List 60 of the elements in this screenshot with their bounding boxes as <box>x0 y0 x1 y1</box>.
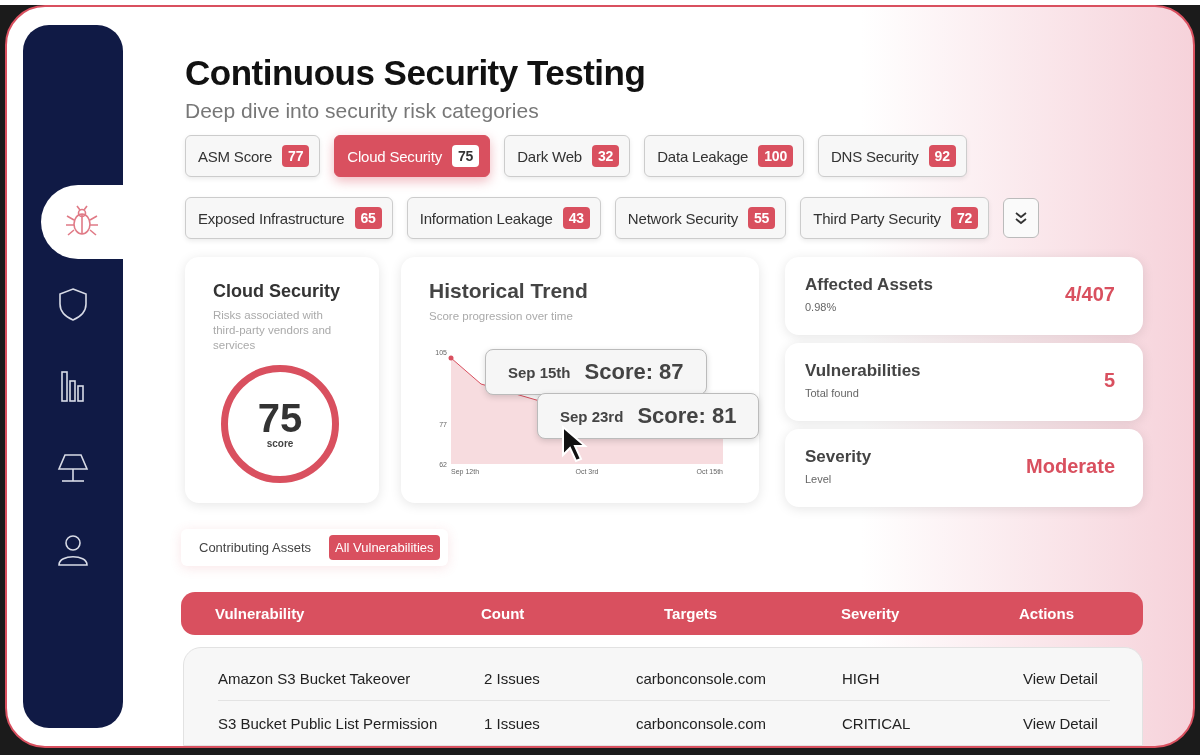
view-detail-link[interactable]: View Detail <box>1023 669 1110 687</box>
category-chip[interactable]: Exposed Infrastructure 65 <box>185 197 393 239</box>
table-cell-text: carbonconsole.com <box>636 714 768 732</box>
stat-label: Severity <box>805 447 872 467</box>
column-header: Count <box>481 605 526 622</box>
count-badge: 92 <box>928 145 956 167</box>
card-description: Risks associated with third-party vendors and services <box>213 308 333 353</box>
table-cell-text: Amazon S3 Bucket Takeover <box>218 669 412 687</box>
category-chip[interactable]: ASM Score 77 <box>185 135 321 177</box>
view-tab[interactable]: Contributing Assets <box>193 535 317 560</box>
user-icon <box>55 532 91 568</box>
stat-value: Moderate <box>1026 455 1115 479</box>
tooltip-date: Sep 15th <box>508 363 571 381</box>
card-title: Cloud Security <box>213 281 342 302</box>
count-badge: 43 <box>562 207 590 229</box>
column-header: Targets <box>664 605 719 622</box>
table-cell-text: 2 Issues <box>484 669 541 687</box>
score-value: 75 <box>257 398 303 439</box>
category-chip[interactable]: Data Leakage 100 <box>644 135 804 177</box>
count-badge: 65 <box>354 207 382 229</box>
card-description: Score progression over time <box>429 309 574 324</box>
table-cell-text: carbonconsole.com <box>636 669 768 687</box>
page-title: Continuous Security Testing <box>185 53 647 93</box>
count-badge: 77 <box>282 145 310 167</box>
category-chip[interactable]: Cloud Security 75 <box>334 135 491 177</box>
table-cell-text: HIGH <box>842 669 881 687</box>
stat-value: 4/407 <box>1064 283 1115 307</box>
category-chip[interactable]: Information Leakage 43 <box>406 197 601 239</box>
stat-caption: Total found <box>805 387 860 399</box>
table-cell-text: 1 Issues <box>484 714 541 732</box>
category-chip[interactable]: Dark Web 32 <box>504 135 631 177</box>
table-cell-text: S3 Bucket Public List Permission <box>218 714 439 732</box>
page-subtitle: Deep dive into security risk categories <box>185 99 540 123</box>
stat-label: Vulnerabilities <box>805 361 921 381</box>
column-header: Vulnerability <box>215 605 306 622</box>
double-chevron-icon <box>1014 210 1029 226</box>
category-chip[interactable]: Third Party Security 72 <box>800 197 990 239</box>
table-cell-text: CRITICAL <box>842 714 912 732</box>
view-tab[interactable]: All Vulnerabilities <box>329 535 440 560</box>
card-title: Historical Trend <box>429 279 589 303</box>
column-header: Actions <box>1019 605 1075 622</box>
count-badge: 55 <box>748 207 776 229</box>
score-label: score <box>266 438 294 450</box>
stat-label: Affected Assets <box>805 275 933 295</box>
count-badge: 32 <box>592 145 620 167</box>
stat-value: 5 <box>1103 369 1115 393</box>
count-badge: 100 <box>758 145 793 167</box>
data-point <box>448 355 454 361</box>
stat-caption: Level <box>805 473 833 485</box>
tooltip-score: Score: 81 <box>637 403 737 429</box>
tooltip-score: Score: 87 <box>584 359 684 385</box>
expand-button[interactable] <box>1003 198 1040 238</box>
category-chip[interactable]: Network Security 55 <box>614 197 787 239</box>
count-badge: 72 <box>950 207 979 229</box>
count-badge: 75 <box>452 145 480 167</box>
category-chip[interactable]: DNS Security 92 <box>817 135 967 177</box>
column-header: Severity <box>841 605 901 622</box>
tooltip-date: Sep 23rd <box>560 407 624 425</box>
view-detail-link[interactable]: View Detail <box>1023 714 1110 732</box>
stat-caption: 0.98% <box>805 301 838 313</box>
